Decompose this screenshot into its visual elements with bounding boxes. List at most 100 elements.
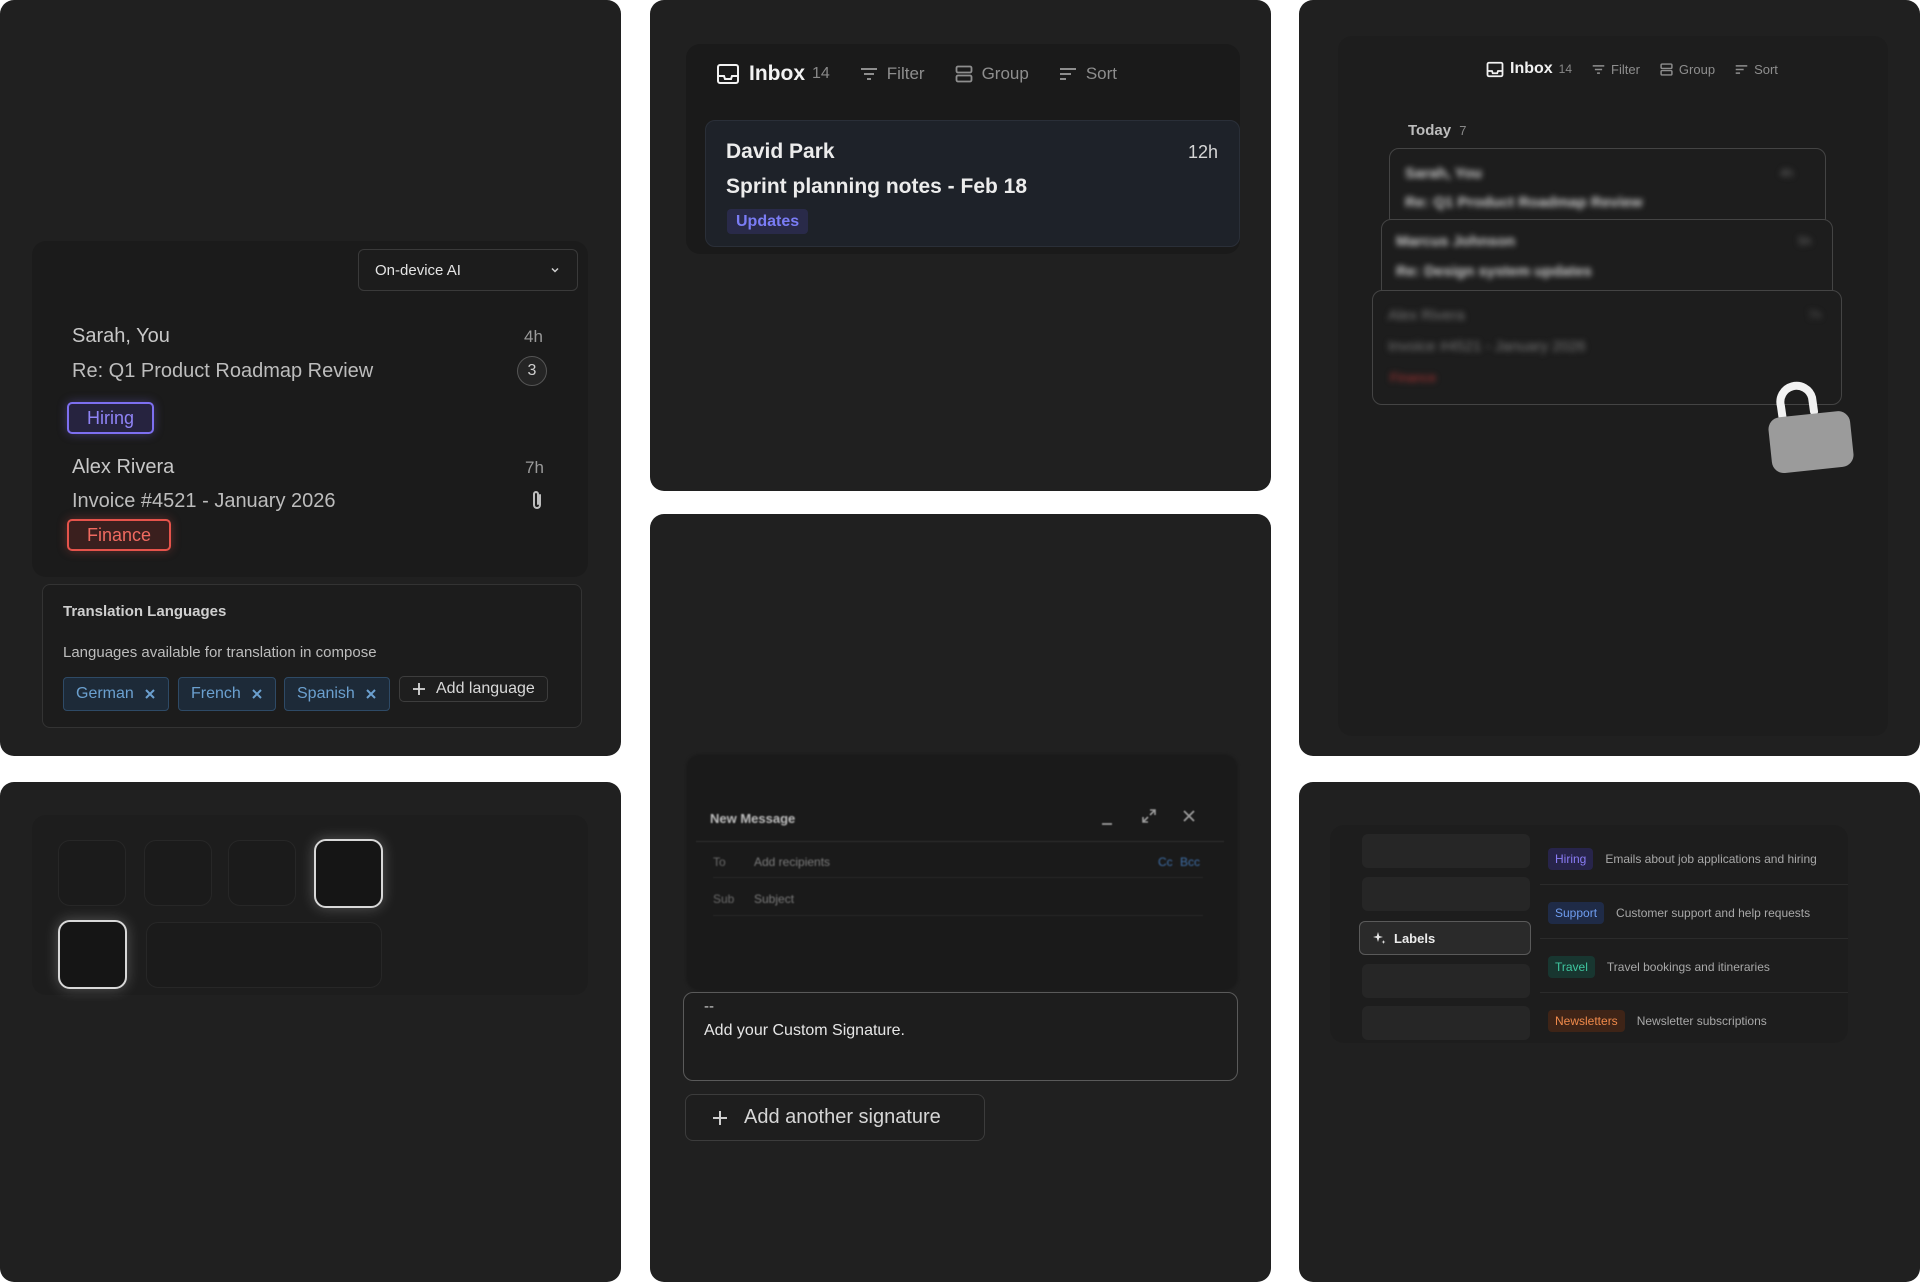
- translation-description: Languages available for translation in c…: [63, 644, 377, 661]
- to-divider: [713, 877, 1203, 878]
- locked-card-3-tag: Finance: [1390, 370, 1437, 385]
- label-divider: [1540, 992, 1848, 993]
- thread-1-subject[interactable]: Re: Q1 Product Roadmap Review: [72, 360, 373, 383]
- sort-button[interactable]: Sort: [1735, 62, 1778, 77]
- sort-label: Sort: [1085, 64, 1118, 83]
- card-subject: Sprint planning notes - Feb 18: [726, 175, 1028, 198]
- sidebar-item-1[interactable]: [1362, 834, 1530, 868]
- close-icon[interactable]: [251, 688, 263, 700]
- close-icon[interactable]: [1182, 809, 1196, 823]
- sidebar-item-label: Labels: [1394, 930, 1436, 946]
- language-name: French: [191, 685, 241, 702]
- lock-icon: [1766, 376, 1858, 476]
- section-label: Today: [1408, 122, 1452, 139]
- language-chip-german[interactable]: German: [63, 677, 169, 711]
- add-signature-label: Add another signature: [744, 1106, 941, 1128]
- filter-icon: [1592, 64, 1605, 75]
- plus-icon: [412, 682, 426, 696]
- sidebar-item-labels[interactable]: Labels: [1359, 921, 1531, 955]
- thread-2-sender[interactable]: Alex Rivera: [72, 456, 174, 479]
- sidebar-item-5[interactable]: [1362, 1006, 1530, 1040]
- compose-title: New Message: [710, 811, 796, 826]
- locked-card-2-subject: Re: Design system updates: [1396, 263, 1592, 280]
- bcc-button[interactable]: Bcc: [1180, 855, 1200, 869]
- sidebar-item-4[interactable]: [1362, 964, 1530, 998]
- card-sender: David Park: [726, 140, 835, 163]
- thread-2-time: 7h: [525, 458, 544, 477]
- inbox-count: 14: [812, 65, 830, 82]
- close-icon[interactable]: [365, 688, 377, 700]
- locked-card-2-sender: Marcus Johnson: [1396, 233, 1516, 250]
- locked-card-1-subject: Re: Q1 Product Roadmap Review: [1405, 194, 1643, 211]
- paperclip-icon: [530, 489, 544, 511]
- tag-finance[interactable]: Finance: [67, 519, 172, 551]
- language-name: Spanish: [297, 685, 355, 702]
- signature-text: Add your Custom Signature.: [704, 1022, 905, 1039]
- skeleton-tile-highlight[interactable]: [314, 839, 383, 908]
- recipients-input[interactable]: Add recipients: [754, 855, 830, 869]
- ai-mode-select[interactable]: On-device AI: [358, 249, 578, 291]
- section-today: Today 7: [1408, 122, 1466, 139]
- sidebar-item-2[interactable]: [1362, 877, 1530, 911]
- inbox-count: 14: [1558, 62, 1573, 76]
- cc-button[interactable]: Cc: [1158, 855, 1173, 869]
- thread-2-subject[interactable]: Invoice #4521 - January 2026: [72, 490, 336, 513]
- label-tag-hiring: Hiring: [1548, 848, 1594, 870]
- locked-card-2[interactable]: [1381, 219, 1833, 299]
- skeleton-tile-1: [58, 840, 126, 906]
- translation-title: Translation Languages: [63, 603, 227, 620]
- filter-button[interactable]: Filter: [1592, 62, 1640, 77]
- label-row-travel[interactable]: Travel Travel bookings and itineraries: [1548, 956, 1770, 978]
- minimize-icon[interactable]: [1100, 812, 1114, 826]
- thread-1-sender[interactable]: Sarah, You: [72, 325, 170, 348]
- thread-count: 3: [527, 362, 537, 379]
- compose-divider: [696, 841, 1224, 842]
- inbox-label: Inbox: [749, 62, 805, 85]
- group-label: Group: [1678, 61, 1716, 77]
- label-row-newsletters[interactable]: Newsletters Newsletter subscriptions: [1548, 1010, 1767, 1032]
- expand-icon[interactable]: [1141, 808, 1157, 824]
- language-chip-french[interactable]: French: [178, 677, 276, 711]
- sort-icon: [1059, 67, 1077, 81]
- compose-window: [686, 754, 1238, 991]
- locked-inbox-toolbar: Inbox 14 Filter Group Sort: [1486, 60, 1778, 78]
- to-label: To: [713, 855, 726, 869]
- section-count: 7: [1459, 123, 1467, 138]
- locked-card-1-time: 4h: [1780, 166, 1794, 180]
- signature-dashes: --: [704, 998, 714, 1015]
- filter-button[interactable]: Filter: [860, 64, 925, 84]
- tag-updates[interactable]: Updates: [727, 209, 809, 234]
- add-signature-button[interactable]: Add another signature: [685, 1094, 985, 1141]
- inbox-toolbar: Inbox 14 Filter Group Sort: [716, 62, 1117, 86]
- tag-hiring[interactable]: Hiring: [67, 402, 155, 434]
- sub-label: Sub: [713, 892, 735, 906]
- label-description: Travel bookings and itineraries: [1606, 960, 1770, 974]
- close-icon[interactable]: [144, 688, 156, 700]
- sparkle-icon: [1372, 931, 1386, 945]
- add-language-button[interactable]: Add language: [399, 676, 548, 702]
- locked-card-1-sender: Sarah, You: [1405, 165, 1482, 182]
- label-row-support[interactable]: Support Customer support and help reques…: [1548, 902, 1810, 924]
- skeleton-tile-3: [228, 840, 296, 906]
- locked-card-1[interactable]: [1389, 148, 1826, 228]
- group-button[interactable]: Group: [1660, 62, 1715, 77]
- skeleton-tile-highlight-2[interactable]: [58, 920, 127, 989]
- label-description: Newsletter subscriptions: [1636, 1014, 1767, 1028]
- locked-card-2-time: 5h: [1798, 234, 1812, 248]
- locked-card-3-sender: Alex Rivera: [1388, 307, 1465, 324]
- group-button[interactable]: Group: [955, 64, 1029, 84]
- inbox-tab[interactable]: Inbox 14: [716, 62, 830, 86]
- inbox-tab[interactable]: Inbox 14: [1486, 60, 1572, 78]
- label-tag-travel: Travel: [1548, 956, 1595, 978]
- sort-button[interactable]: Sort: [1059, 64, 1117, 84]
- label-row-hiring[interactable]: Hiring Emails about job applications and…: [1548, 848, 1817, 870]
- add-language-label: Add language: [436, 680, 535, 697]
- subject-input[interactable]: Subject: [754, 892, 794, 906]
- subject-divider: [713, 915, 1203, 916]
- inbox-icon: [716, 63, 740, 85]
- filter-label: Filter: [1611, 61, 1640, 77]
- locked-card-3-time: 7h: [1808, 308, 1822, 322]
- label-divider: [1540, 938, 1848, 939]
- ai-mode-value: On-device AI: [375, 261, 461, 279]
- language-chip-spanish[interactable]: Spanish: [284, 677, 390, 711]
